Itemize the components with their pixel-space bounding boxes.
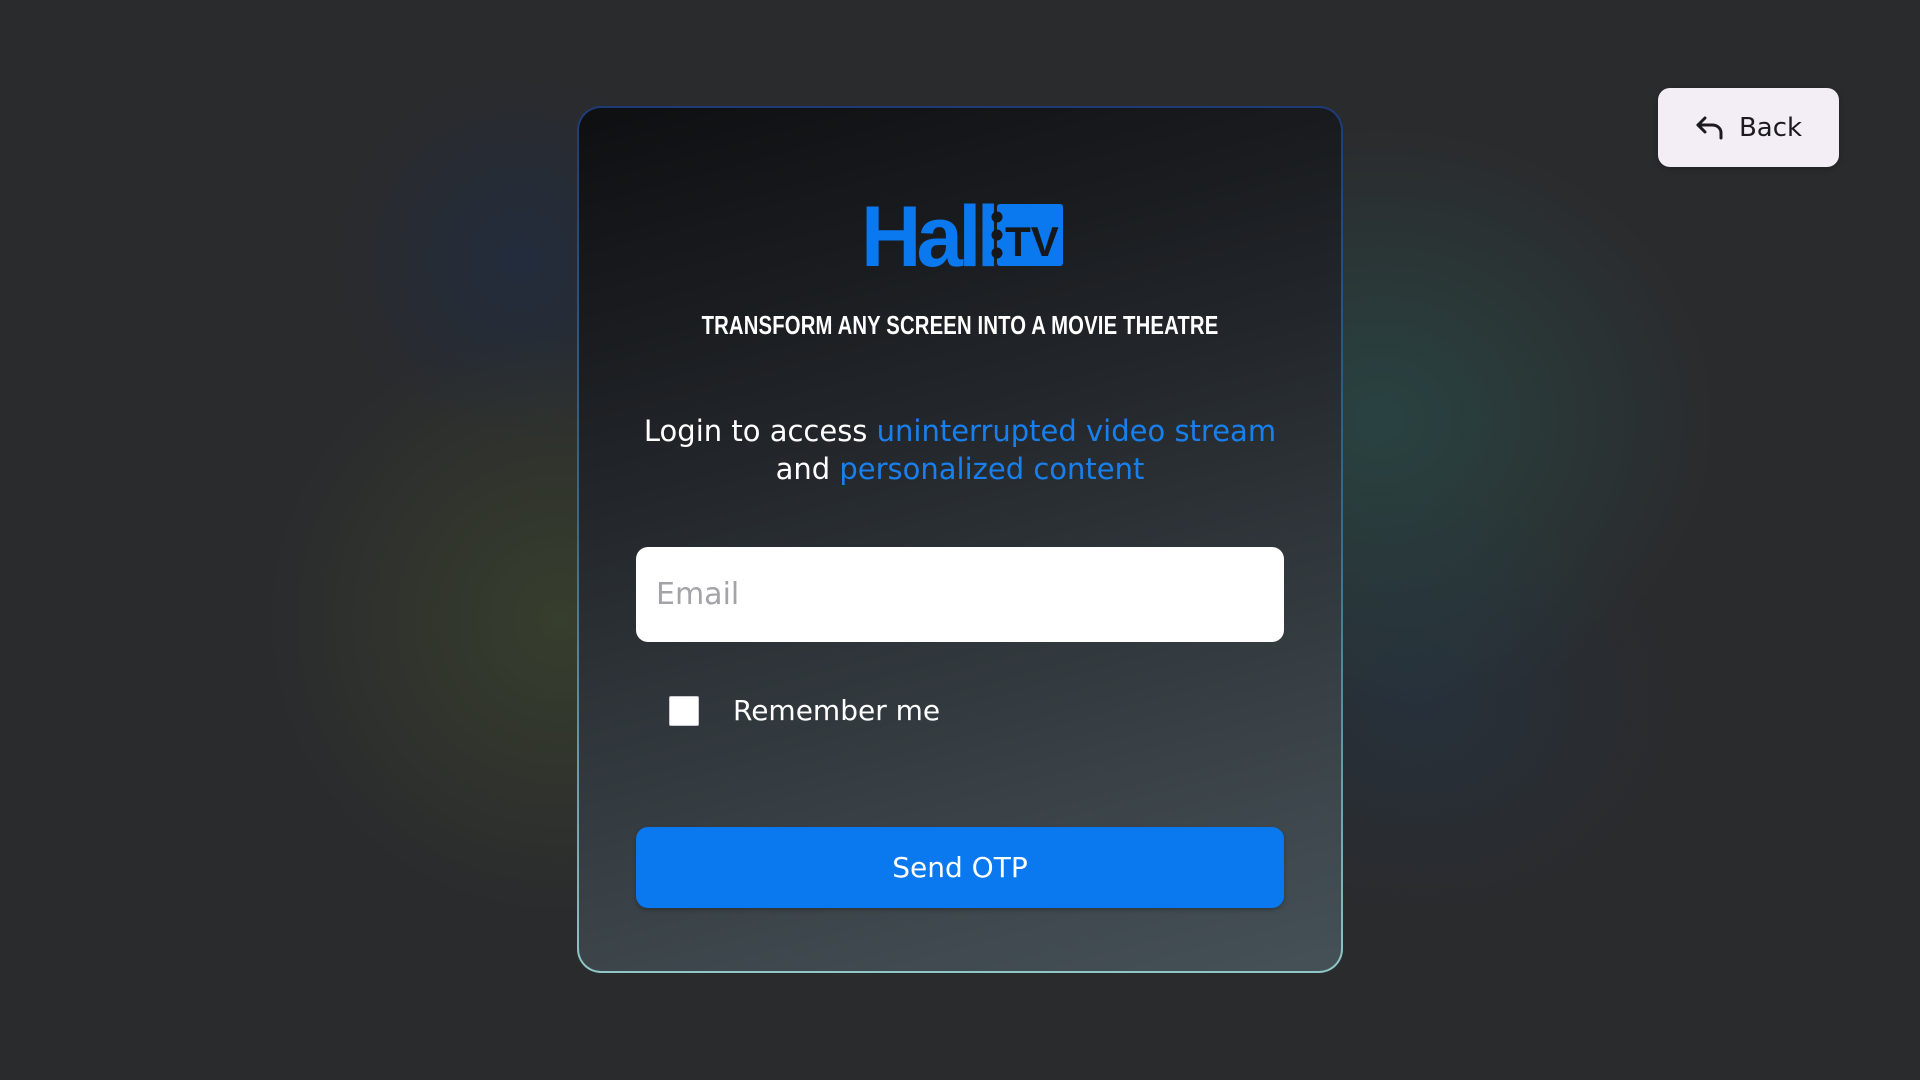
intro-highlight-stream: uninterrupted video stream: [876, 414, 1277, 448]
back-button-label: Back: [1738, 112, 1803, 143]
logo-badge-text: TV: [1005, 218, 1059, 265]
tagline: TRANSFORM ANY SCREEN INTO A MOVIE THEATR…: [701, 310, 1219, 340]
logo-text: Hall: [861, 200, 995, 272]
back-button[interactable]: Back: [1658, 88, 1839, 167]
remember-me-option[interactable]: Remember me: [669, 694, 940, 727]
email-input[interactable]: [636, 547, 1284, 642]
logo: Hall TV: [861, 200, 1065, 272]
login-card: Hall TV TRANSFORM ANY SCREEN INTO A MOVI…: [577, 106, 1343, 973]
remember-me-label: Remember me: [733, 694, 941, 727]
intro-text: Login to access uninterrupted video stre…: [619, 412, 1301, 488]
send-otp-button[interactable]: Send OTP: [636, 827, 1284, 908]
intro-prefix: Login to access: [643, 414, 877, 448]
intro-middle: and: [775, 452, 840, 486]
undo-arrow-icon: [1695, 115, 1725, 141]
intro-highlight-content: personalized content: [839, 452, 1145, 486]
remember-me-checkbox[interactable]: [669, 695, 699, 726]
